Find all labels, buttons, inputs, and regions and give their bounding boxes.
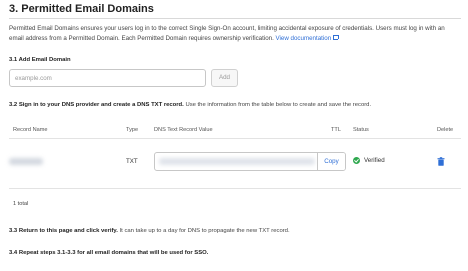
view-documentation-label[interactable]: View documentation — [276, 35, 332, 42]
trash-icon[interactable] — [437, 157, 445, 166]
dns-step-heading: 3.2 Sign in to your DNS provider and cre… — [9, 102, 371, 108]
add-domain-heading: 3.1 Add Email Domain — [9, 57, 71, 63]
status-label: Verified — [364, 157, 385, 164]
dns-step-bold: 3.2 Sign in to your DNS provider and cre… — [9, 102, 184, 108]
return-step-text: It can take up to a day for DNS to propa… — [119, 228, 290, 234]
intro-text: Permitted Email Domains ensures your use… — [9, 25, 445, 42]
dns-value-field: Copy — [154, 152, 346, 171]
column-header-type: Type — [126, 127, 139, 133]
return-step-heading: 3.3 Return to this page and click verify… — [9, 228, 290, 234]
column-header-ttl: TTL — [331, 127, 341, 133]
column-header-delete: Delete — [437, 127, 454, 133]
add-button[interactable]: Add — [211, 69, 238, 87]
record-type: TXT — [126, 158, 138, 165]
column-header-record-name: Record Name — [13, 127, 48, 133]
intro-paragraph: Permitted Email Domains ensures your use… — [9, 24, 461, 43]
domain-input[interactable] — [9, 69, 206, 87]
section-title: 3. Permitted Email Domains — [9, 3, 154, 15]
dns-value-redacted — [159, 158, 315, 165]
table-total: 1 total — [13, 201, 29, 207]
dns-step-text: Use the information from the table below… — [185, 102, 372, 108]
column-header-dns-value: DNS Text Record Value — [154, 127, 213, 133]
copy-button[interactable]: Copy — [317, 153, 345, 170]
record-name-redacted — [9, 158, 43, 165]
column-header-status: Status — [353, 127, 369, 133]
status-badge: Verified — [353, 157, 385, 164]
repeat-step-heading: 3.4 Repeat steps 3.1-3.3 for all email d… — [9, 250, 209, 256]
table-header-divider — [9, 138, 461, 139]
return-step-bold: 3.3 Return to this page and click verify… — [9, 228, 118, 234]
external-link-icon — [333, 34, 339, 40]
table-row-divider — [9, 188, 461, 189]
view-documentation-link[interactable]: View documentation — [276, 34, 339, 42]
check-circle-icon — [353, 157, 360, 164]
title-divider — [9, 18, 461, 19]
